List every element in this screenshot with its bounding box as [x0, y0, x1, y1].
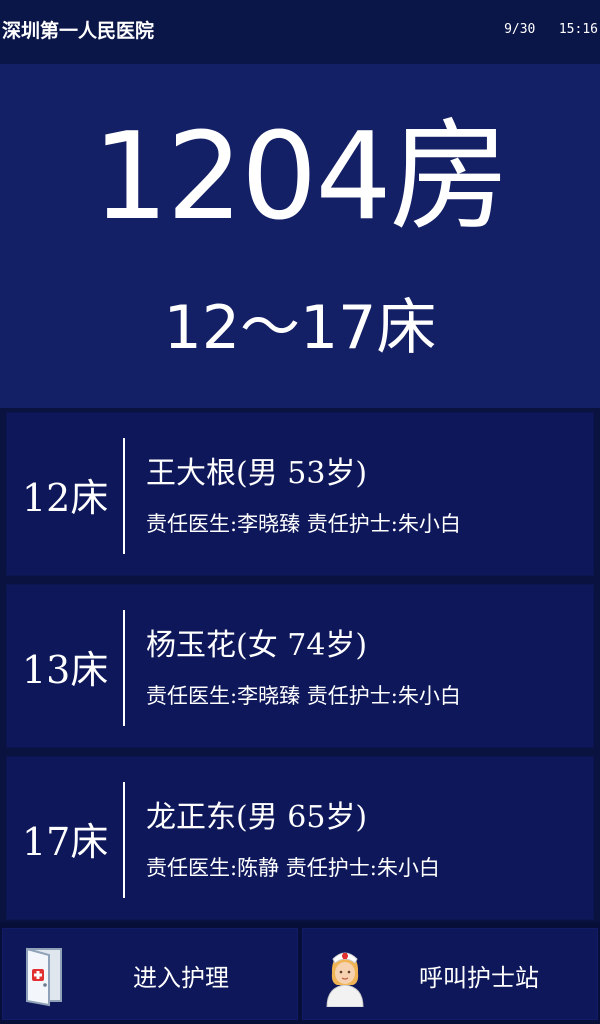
hospital-name: 深圳第一人民医院 — [2, 19, 155, 42]
door-icon — [26, 947, 62, 1007]
call-nurse-label: 呼叫护士站 — [419, 963, 539, 992]
patient-name: 杨玉花(女 74岁) — [146, 628, 368, 663]
enter-care-label: 进入护理 — [133, 963, 229, 992]
nurse-icon — [326, 952, 364, 1007]
bed-card-17[interactable]: 17床 龙正东(男 65岁) 责任医生:陈静 责任护士:朱小白 — [6, 756, 594, 920]
bed-range: 12～17床 — [163, 293, 437, 363]
bedside-terminal-screen: 深圳第一人民医院 9/30 15:16 1204房 12～17床 12床 王大根… — [0, 0, 600, 1024]
care-staff: 责任医生:陈静 责任护士:朱小白 — [146, 856, 440, 880]
divider — [123, 782, 125, 898]
enter-care-button[interactable]: 进入护理 — [2, 928, 298, 1020]
time-text: 15:16 — [558, 21, 598, 37]
divider — [123, 438, 125, 554]
care-staff: 责任医生:李晓臻 责任护士:朱小白 — [146, 684, 461, 708]
bed-number: 12床 — [22, 475, 109, 520]
divider — [123, 610, 125, 726]
room-panel: 1204房 12～17床 — [0, 64, 600, 408]
status-header: 深圳第一人民医院 9/30 15:16 — [0, 0, 600, 64]
patient-name: 龙正东(男 65岁) — [146, 800, 368, 835]
call-nurse-button[interactable]: 呼叫护士站 — [302, 928, 598, 1020]
bed-card-13[interactable]: 13床 杨玉花(女 74岁) 责任医生:李晓臻 责任护士:朱小白 — [6, 584, 594, 748]
action-bar: 进入护理 呼叫护士站 — [0, 922, 600, 1024]
room-number: 1204房 — [92, 108, 509, 247]
care-staff: 责任医生:李晓臻 责任护士:朱小白 — [146, 512, 461, 536]
patient-name: 王大根(男 53岁) — [146, 456, 368, 491]
bed-card-12[interactable]: 12床 王大根(男 53岁) 责任医生:李晓臻 责任护士:朱小白 — [6, 412, 594, 576]
bed-number: 17床 — [22, 819, 109, 864]
date-text: 9/30 — [504, 21, 536, 37]
bed-number: 13床 — [22, 647, 109, 692]
clock: 9/30 15:16 — [504, 22, 598, 37]
